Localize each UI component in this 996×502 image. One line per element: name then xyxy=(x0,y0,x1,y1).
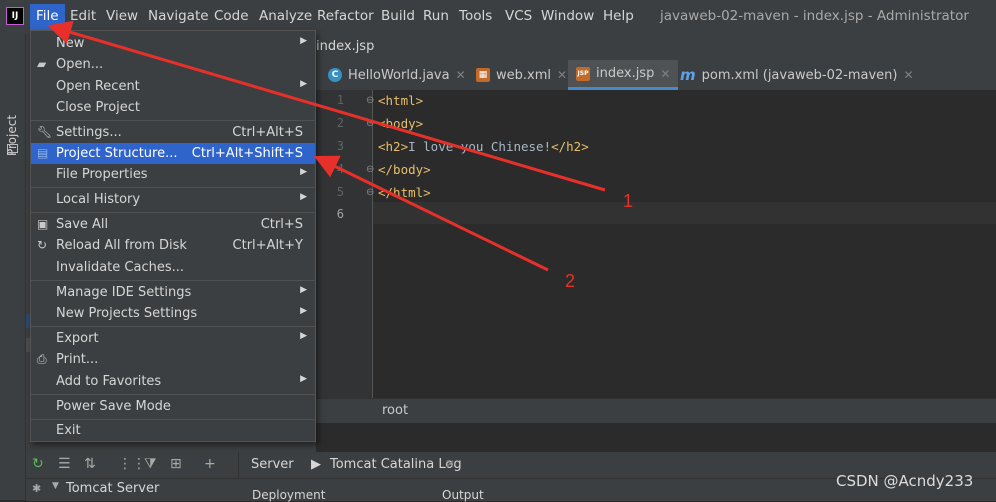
annotation-overlay: 1 2 xyxy=(47,20,633,291)
annotation-label-1: 1 xyxy=(623,191,633,211)
annotation-arrow-2 xyxy=(313,155,549,272)
watermark: CSDN @Acndy233 xyxy=(836,472,974,490)
annotation-label-2: 2 xyxy=(565,271,575,291)
